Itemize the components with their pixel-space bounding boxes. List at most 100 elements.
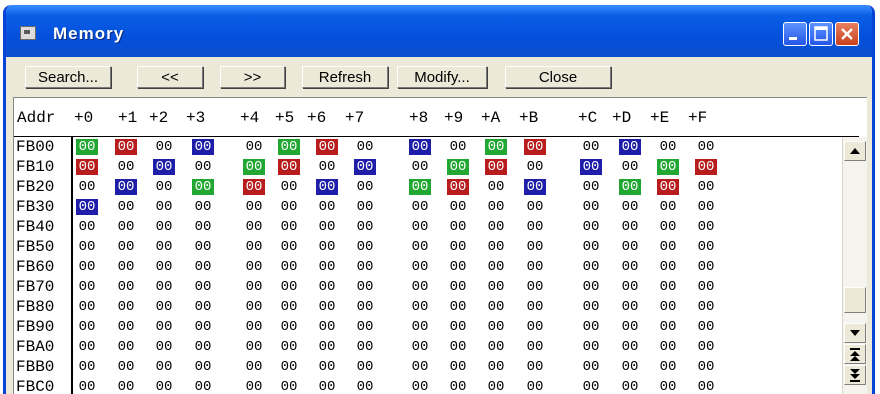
memory-cell[interactable]: 00 [580,319,602,335]
memory-cell[interactable]: 00 [524,239,546,255]
memory-cell[interactable]: 00 [695,239,717,255]
memory-cell[interactable]: 00 [657,299,679,315]
memory-cell[interactable]: 00 [485,319,507,335]
memory-cell[interactable]: 00 [243,219,265,235]
page-up-button[interactable] [844,344,866,364]
minimize-button[interactable] [783,22,807,46]
memory-cell[interactable]: 00 [115,379,137,394]
memory-cell[interactable]: 00 [278,219,300,235]
memory-cell[interactable]: 00 [447,179,469,195]
memory-cell[interactable]: 00 [409,259,431,275]
memory-cell[interactable]: 00 [153,319,175,335]
memory-cell[interactable]: 00 [354,379,376,394]
memory-cell[interactable]: 00 [243,299,265,315]
memory-cell[interactable]: 00 [153,379,175,394]
memory-cell[interactable]: 00 [524,179,546,195]
memory-cell[interactable]: 00 [485,219,507,235]
memory-cell[interactable]: 00 [115,359,137,375]
memory-cell[interactable]: 00 [580,159,602,175]
memory-cell[interactable]: 00 [619,179,641,195]
memory-cell[interactable]: 00 [695,359,717,375]
memory-cell[interactable]: 00 [76,299,98,315]
memory-cell[interactable]: 00 [524,199,546,215]
memory-cell[interactable]: 00 [524,259,546,275]
memory-cell[interactable]: 00 [447,219,469,235]
maximize-button[interactable] [809,22,833,46]
memory-cell[interactable]: 00 [580,339,602,355]
memory-cell[interactable]: 00 [485,259,507,275]
memory-cell[interactable]: 00 [447,299,469,315]
close-button[interactable]: Close [505,66,611,88]
memory-cell[interactable]: 00 [409,299,431,315]
memory-cell[interactable]: 00 [580,279,602,295]
memory-cell[interactable]: 00 [192,299,214,315]
memory-cell[interactable]: 00 [278,339,300,355]
memory-cell[interactable]: 00 [657,259,679,275]
memory-cell[interactable]: 00 [153,159,175,175]
memory-cell[interactable]: 00 [447,359,469,375]
memory-cell[interactable]: 00 [447,379,469,394]
memory-cell[interactable]: 00 [354,279,376,295]
memory-cell[interactable]: 00 [278,239,300,255]
memory-cell[interactable]: 00 [447,239,469,255]
memory-cell[interactable]: 00 [447,259,469,275]
next-page-button[interactable]: >> [220,66,285,88]
memory-cell[interactable]: 00 [316,259,338,275]
memory-cell[interactable]: 00 [316,159,338,175]
memory-cell[interactable]: 00 [278,259,300,275]
memory-cell[interactable]: 00 [243,279,265,295]
memory-cell[interactable]: 00 [115,239,137,255]
memory-cell[interactable]: 00 [316,319,338,335]
memory-cell[interactable]: 00 [657,319,679,335]
memory-cell[interactable]: 00 [485,159,507,175]
memory-cell[interactable]: 00 [447,339,469,355]
memory-cell[interactable]: 00 [316,339,338,355]
memory-cell[interactable]: 00 [316,299,338,315]
close-window-button[interactable] [835,22,859,46]
memory-cell[interactable]: 00 [695,179,717,195]
memory-cell[interactable]: 00 [447,319,469,335]
memory-cell[interactable]: 00 [409,319,431,335]
memory-cell[interactable]: 00 [76,179,98,195]
previous-page-button[interactable]: << [137,66,203,88]
scroll-up-button[interactable] [844,141,866,161]
memory-cell[interactable]: 00 [695,379,717,394]
memory-cell[interactable]: 00 [409,179,431,195]
memory-cell[interactable]: 00 [115,259,137,275]
memory-cell[interactable]: 00 [657,159,679,175]
memory-cell[interactable]: 00 [316,279,338,295]
memory-cell[interactable]: 00 [115,159,137,175]
memory-cell[interactable]: 00 [695,299,717,315]
memory-view[interactable]: Addr +0 +1 +2 +3 +4 +5 +6 +7 +8 +9 +A +B +C +D +E +F FB… [13,97,867,394]
memory-cell[interactable]: 00 [354,359,376,375]
memory-cell[interactable]: 00 [316,239,338,255]
memory-cell[interactable]: 00 [192,359,214,375]
memory-cell[interactable]: 00 [695,199,717,215]
memory-cell[interactable]: 00 [485,279,507,295]
memory-cell[interactable]: 00 [76,379,98,394]
memory-cell[interactable]: 00 [485,379,507,394]
memory-cell[interactable]: 00 [278,299,300,315]
memory-cell[interactable]: 00 [243,199,265,215]
memory-cell[interactable]: 00 [316,199,338,215]
memory-cell[interactable]: 00 [243,379,265,394]
memory-cell[interactable]: 00 [278,279,300,295]
memory-cell[interactable]: 00 [153,179,175,195]
search-button[interactable]: Search... [25,66,111,88]
memory-cell[interactable]: 00 [243,319,265,335]
memory-cell[interactable]: 00 [580,379,602,394]
memory-cell[interactable]: 00 [153,219,175,235]
memory-cell[interactable]: 00 [354,259,376,275]
memory-cell[interactable]: 00 [76,319,98,335]
memory-cell[interactable]: 00 [115,139,137,155]
memory-cell[interactable]: 00 [580,259,602,275]
memory-cell[interactable]: 00 [243,259,265,275]
memory-cell[interactable]: 00 [524,159,546,175]
memory-cell[interactable]: 00 [316,179,338,195]
memory-cell[interactable]: 00 [153,139,175,155]
memory-cell[interactable]: 00 [409,359,431,375]
memory-cell[interactable]: 00 [485,239,507,255]
memory-cell[interactable]: 00 [243,239,265,255]
memory-cell[interactable]: 00 [316,139,338,155]
memory-cell[interactable]: 00 [243,339,265,355]
